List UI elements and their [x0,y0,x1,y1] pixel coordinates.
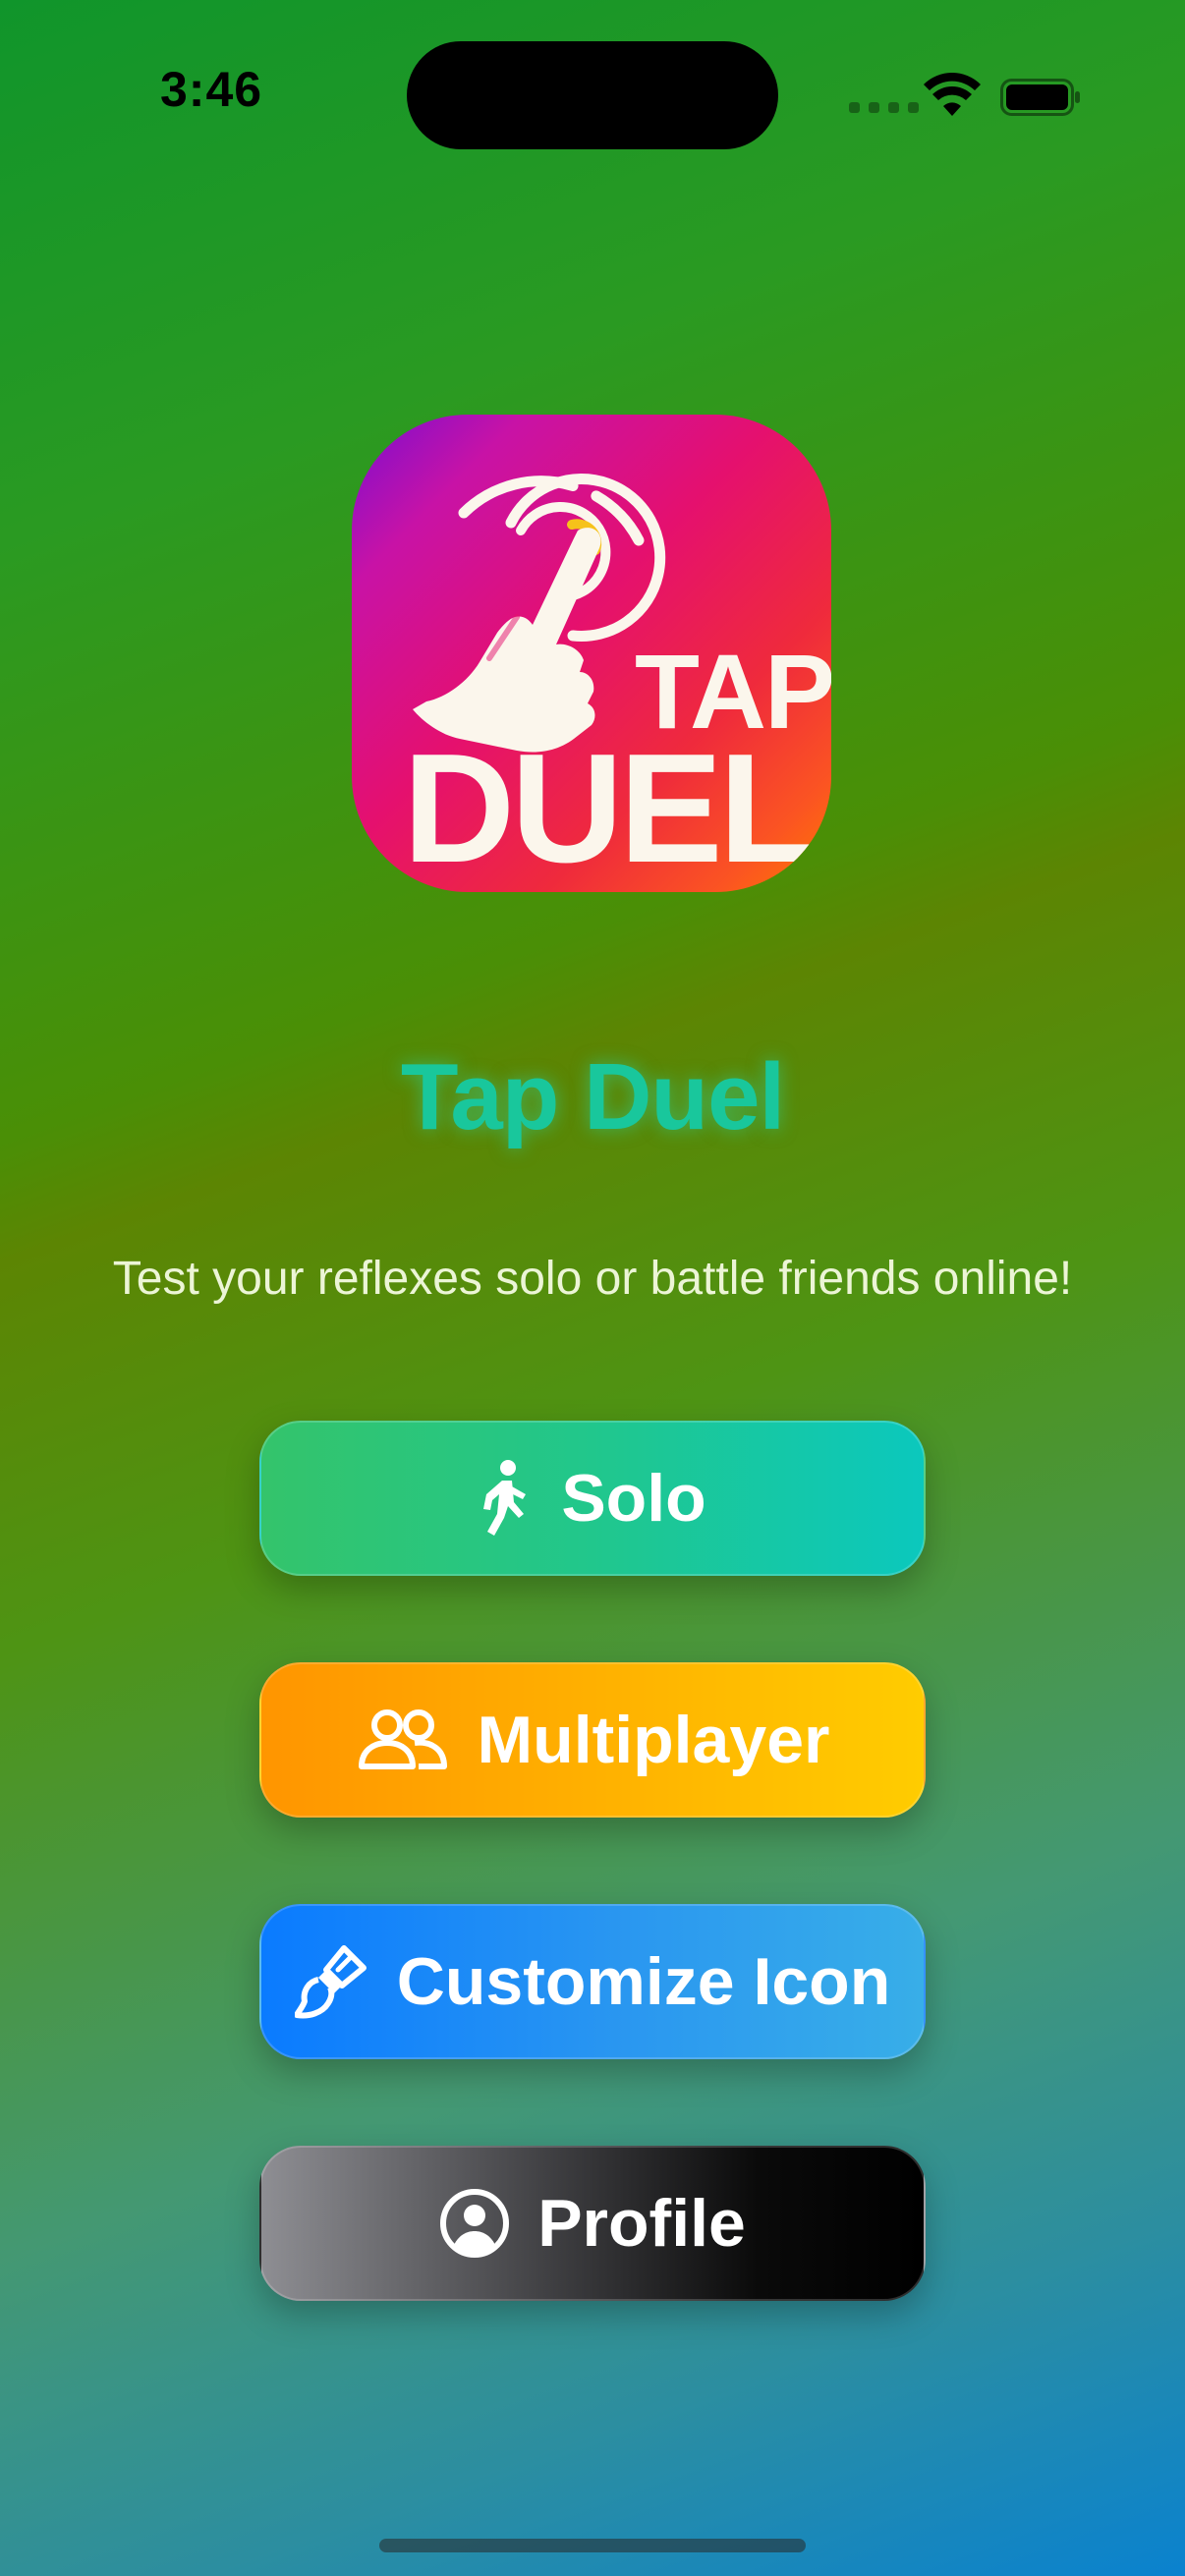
customize-icon-button-label: Customize Icon [396,1944,891,2019]
app-title: Tap Duel [400,1044,785,1149]
cellular-signal-icon [849,102,919,113]
tagline: Test your reflexes solo or battle friend… [112,1253,1073,1305]
battery-icon [1000,79,1080,116]
app-logo: TAP DUEL [352,415,831,892]
customize-icon-button[interactable]: Customize Icon [259,1904,926,2059]
multiplayer-button-label: Multiplayer [477,1703,830,1777]
solo-button-label: Solo [561,1461,706,1536]
logo-text-duel: DUEL [403,722,814,892]
two-people-icon [356,1708,450,1772]
figure-walk-icon [479,1459,534,1538]
profile-button[interactable]: Profile [259,2146,926,2301]
dynamic-island [407,41,778,149]
home-indicator[interactable] [379,2539,806,2552]
solo-button[interactable]: Solo [259,1421,926,1576]
person-circle-icon [439,2188,510,2259]
profile-button-label: Profile [537,2186,746,2261]
paintbrush-icon [294,1942,369,2021]
multiplayer-button[interactable]: Multiplayer [259,1662,926,1818]
wifi-icon [924,73,981,116]
status-time: 3:46 [160,62,263,117]
